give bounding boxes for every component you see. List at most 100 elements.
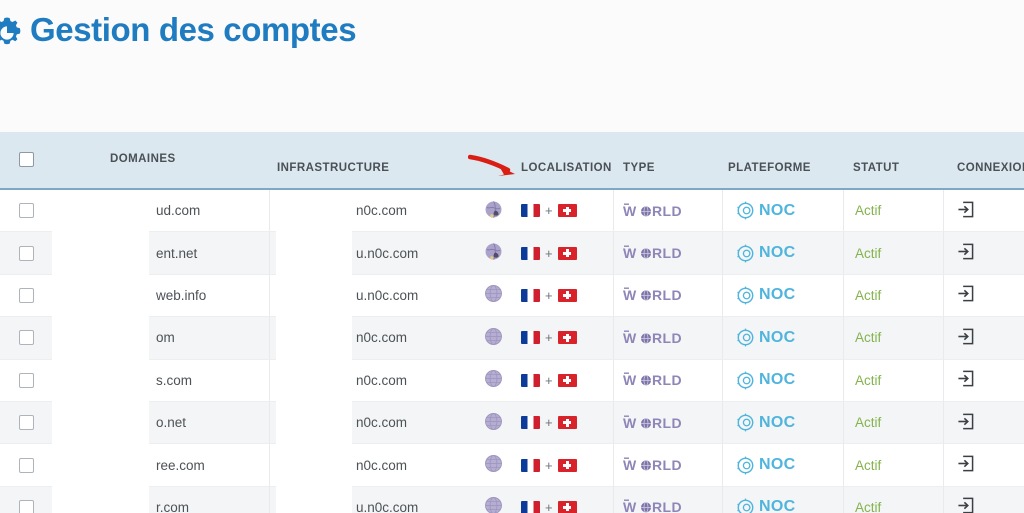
svg-text:W: W	[623, 499, 637, 513]
login-arrow-glyph	[958, 498, 974, 513]
column-header-plateforme[interactable]: PLATEFORME	[722, 132, 843, 188]
login-arrow-icon[interactable]	[957, 370, 974, 390]
cell-statut: Actif	[843, 444, 943, 485]
noc-cloud-icon	[737, 456, 754, 474]
column-header-connexion[interactable]: CONNEXION	[943, 132, 1024, 188]
world-logo-icon: W RLD	[623, 287, 681, 303]
cell-connexion[interactable]	[943, 275, 1024, 316]
row-checkbox[interactable]	[18, 330, 34, 346]
login-arrow-icon[interactable]	[957, 455, 974, 475]
cell-connexion[interactable]	[943, 317, 1024, 358]
domaine-text: om	[156, 330, 175, 346]
plus-separator: +	[545, 457, 553, 473]
row-checkbox[interactable]	[18, 499, 34, 513]
row-checkbox[interactable]	[18, 415, 34, 431]
cell-connexion[interactable]	[943, 232, 1024, 273]
row-select-cell[interactable]	[0, 487, 52, 513]
cell-connexion[interactable]	[943, 190, 1024, 231]
noc-logo: NOC	[736, 371, 795, 390]
domaine-text: r.com	[156, 499, 190, 513]
svg-text:RLD: RLD	[652, 330, 681, 346]
table-body: ud.com n0c.com + W RLD NOC Actif ent.net…	[0, 190, 1024, 513]
table-row[interactable]: ud.com n0c.com + W RLD NOC Actif	[0, 190, 1024, 233]
plus-separator: +	[545, 499, 553, 513]
status-badge: Actif	[855, 372, 882, 388]
cell-statut: Actif	[843, 275, 943, 316]
noc-label: NOC	[759, 328, 796, 346]
login-arrow-icon[interactable]	[957, 497, 974, 513]
column-header-domaines[interactable]: DOMAINES	[52, 132, 269, 188]
svg-text:W: W	[623, 372, 637, 388]
login-arrow-icon[interactable]	[957, 285, 974, 305]
flag-switzerland-icon	[557, 500, 577, 513]
globe-earth-icon	[484, 200, 503, 222]
cell-localisation: +	[513, 444, 613, 485]
toolbar: Filtres Actions	[0, 66, 1024, 175]
row-select-cell[interactable]	[0, 275, 52, 316]
svg-text:RLD: RLD	[652, 499, 681, 513]
svg-text:RLD: RLD	[652, 245, 681, 261]
login-arrow-glyph	[958, 455, 974, 472]
table-row[interactable]: web.info u.n0c.com + W RLD NOC Actif	[0, 274, 1024, 318]
redaction-block-domaines	[52, 200, 149, 513]
flag-pair: +	[521, 288, 577, 303]
row-select-cell[interactable]	[0, 444, 52, 485]
column-header-statut[interactable]: STATUT	[843, 132, 943, 188]
plus-separator: +	[545, 245, 553, 261]
flag-pair: +	[521, 246, 577, 261]
status-badge: Actif	[855, 457, 882, 473]
infrastructure-text: n0c.com	[356, 330, 408, 346]
cell-globe	[473, 487, 513, 513]
cell-connexion[interactable]	[943, 402, 1024, 443]
cell-localisation: +	[513, 190, 613, 231]
row-select-cell[interactable]	[0, 232, 52, 273]
table-row[interactable]: o.net n0c.com + W RLD NOC Actif	[0, 401, 1024, 445]
column-header-infrastructure[interactable]: INFRASTRUCTURE	[269, 132, 473, 188]
row-checkbox[interactable]	[18, 457, 34, 473]
row-select-cell[interactable]	[0, 317, 52, 358]
login-arrow-icon[interactable]	[957, 413, 974, 433]
row-checkbox[interactable]	[18, 287, 34, 303]
cell-globe	[473, 444, 513, 485]
cell-connexion[interactable]	[943, 487, 1024, 513]
row-checkbox[interactable]	[18, 203, 34, 219]
noc-cloud-icon	[737, 328, 754, 347]
flag-pair: +	[521, 500, 577, 513]
cell-connexion[interactable]	[943, 360, 1024, 401]
login-arrow-icon[interactable]	[957, 243, 974, 263]
flag-switzerland-icon	[557, 246, 577, 260]
svg-text:W: W	[623, 287, 637, 303]
row-select-cell[interactable]	[0, 402, 52, 443]
table-row[interactable]: s.com n0c.com + W RLD NOC Actif	[0, 359, 1024, 402]
cell-connexion[interactable]	[943, 444, 1024, 485]
flag-switzerland-icon	[557, 288, 577, 302]
table-row[interactable]: ent.net u.n0c.com + W RLD NOC Actif	[0, 232, 1024, 275]
noc-logo: NOC	[736, 244, 795, 263]
globe-plain-icon	[484, 369, 503, 391]
world-logo-icon: W RLD	[623, 245, 681, 261]
cell-localisation: +	[513, 317, 613, 358]
login-arrow-icon[interactable]	[957, 328, 974, 348]
plus-separator: +	[545, 330, 553, 346]
noc-label: NOC	[759, 456, 796, 474]
select-all-checkbox[interactable]	[18, 152, 34, 167]
svg-text:W: W	[623, 415, 637, 431]
world-logo-icon: W RLD	[623, 203, 681, 219]
column-header-localisation[interactable]: LOCALISATION	[513, 132, 613, 188]
row-select-cell[interactable]	[0, 190, 52, 231]
status-badge: Actif	[855, 330, 882, 346]
cell-type: W RLD	[613, 360, 722, 401]
row-select-cell[interactable]	[0, 360, 52, 401]
table-row[interactable]: r.com u.n0c.com + W RLD NOC Actif	[0, 486, 1024, 513]
select-all-cell[interactable]	[0, 132, 52, 188]
login-arrow-icon[interactable]	[957, 201, 974, 221]
flag-france-icon	[521, 204, 540, 218]
title-bar: Gestion des comptes	[0, 0, 1024, 66]
row-checkbox[interactable]	[18, 245, 34, 261]
row-checkbox[interactable]	[18, 372, 34, 388]
noc-label: NOC	[759, 244, 796, 262]
column-header-type[interactable]: TYPE	[613, 132, 722, 188]
world-logo: W RLD	[623, 330, 681, 346]
table-row[interactable]: ree.com n0c.com + W RLD NOC Actif	[0, 444, 1024, 487]
table-row[interactable]: om n0c.com + W RLD NOC Actif	[0, 317, 1024, 360]
